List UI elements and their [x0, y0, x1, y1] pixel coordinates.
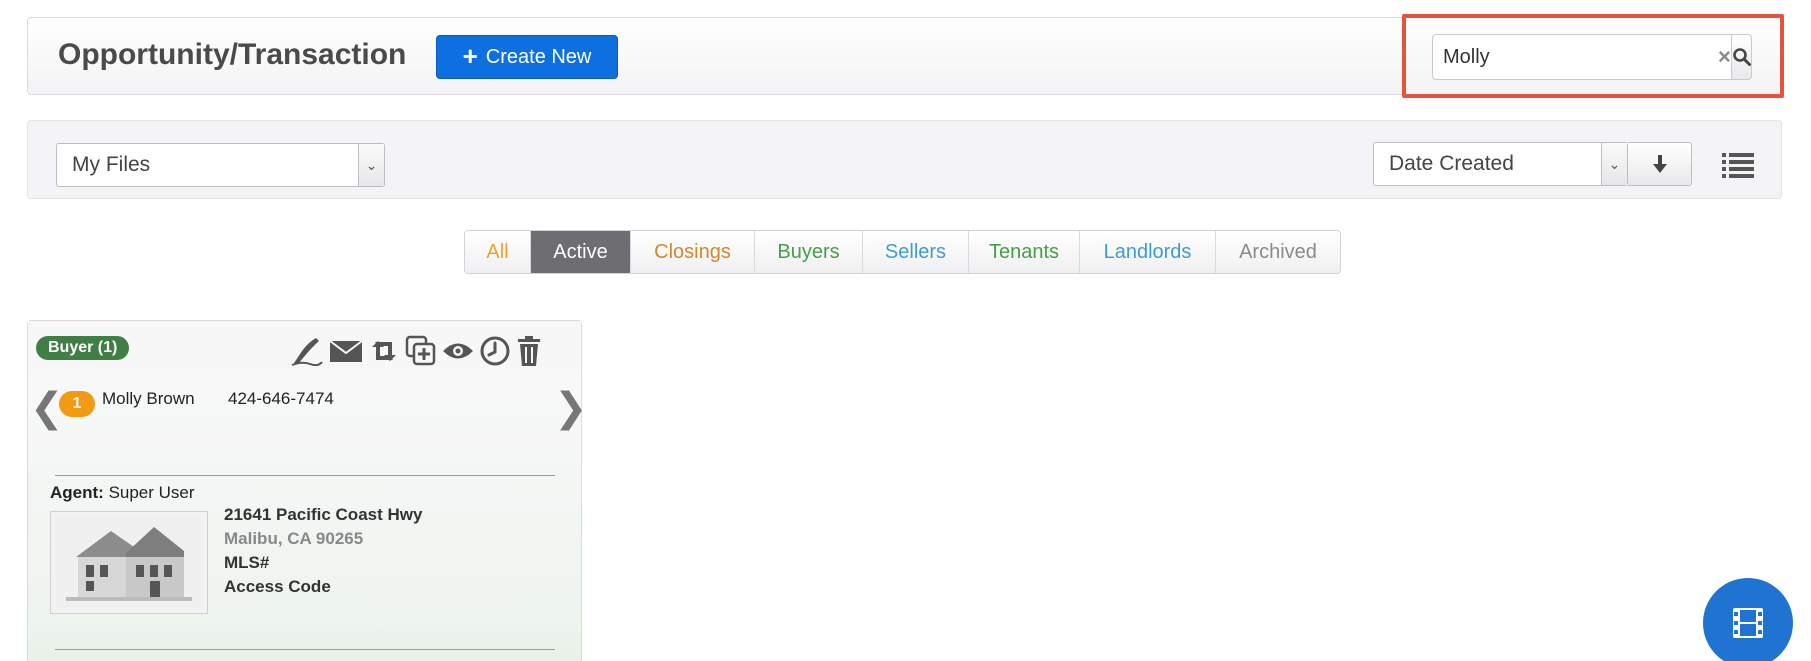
- search-input[interactable]: [1433, 35, 1718, 79]
- divider: [55, 649, 555, 650]
- filter-bar: My Files ⌄ Date Created ⌄: [27, 120, 1782, 199]
- transaction-card: Buyer (1) ❮ ❯ 1 Molly Brown 424-646-7474…: [27, 320, 588, 661]
- video-tutorial-button[interactable]: [1703, 578, 1793, 661]
- chevron-down-icon: ⌄: [1601, 143, 1627, 185]
- tab-sellers[interactable]: Sellers: [863, 231, 969, 273]
- create-new-button[interactable]: + Create New: [436, 35, 618, 79]
- film-icon: [1733, 608, 1763, 638]
- agent-line: Agent: Super User: [50, 483, 195, 503]
- files-select-value: My Files: [72, 153, 151, 176]
- signature-icon[interactable]: [290, 335, 324, 367]
- search-button[interactable]: [1730, 35, 1751, 79]
- mls-label: MLS#: [224, 553, 270, 572]
- eye-icon[interactable]: [442, 340, 474, 362]
- chevron-down-icon: ⌄: [358, 144, 384, 186]
- contact-count-badge: 1: [59, 391, 95, 417]
- files-select[interactable]: My Files ⌄: [56, 143, 385, 187]
- arrow-down-icon: [1652, 155, 1667, 173]
- tab-all[interactable]: All: [465, 231, 531, 273]
- agent-label: Agent:: [50, 483, 104, 502]
- property-thumbnail[interactable]: [50, 511, 208, 614]
- plus-icon: +: [462, 41, 478, 71]
- tab-active[interactable]: Active: [531, 231, 631, 273]
- buyer-badge[interactable]: Buyer (1): [36, 336, 130, 360]
- contact-name[interactable]: Molly Brown: [102, 389, 195, 409]
- tab-archived[interactable]: Archived: [1216, 231, 1340, 273]
- sort-direction-button[interactable]: [1628, 142, 1692, 186]
- create-new-label: Create New: [485, 45, 592, 68]
- tab-tenants[interactable]: Tenants: [969, 231, 1080, 273]
- retweet-icon[interactable]: [368, 338, 400, 364]
- trash-icon[interactable]: [516, 335, 542, 367]
- search-icon: [1733, 48, 1751, 66]
- search-box: ×: [1432, 34, 1752, 80]
- page-title: Opportunity/Transaction: [58, 38, 407, 71]
- clear-icon[interactable]: ×: [1718, 35, 1731, 79]
- tab-buyers[interactable]: Buyers: [755, 231, 863, 273]
- address-line-2: Malibu, CA 90265: [224, 529, 364, 548]
- address-line-1[interactable]: 21641 Pacific Coast Hwy: [224, 505, 422, 525]
- divider: [55, 475, 555, 476]
- chevron-right-icon[interactable]: ❯: [554, 385, 588, 431]
- list-view-icon[interactable]: [1722, 151, 1754, 184]
- house-image-icon: [56, 517, 202, 608]
- tab-landlords[interactable]: Landlords: [1080, 231, 1216, 273]
- card-actions: [290, 335, 542, 367]
- duplicate-icon[interactable]: [405, 335, 437, 367]
- tab-closings[interactable]: Closings: [631, 231, 755, 273]
- agent-name: Super User: [108, 483, 195, 502]
- mail-icon[interactable]: [329, 338, 363, 364]
- chevron-left-icon[interactable]: ❮: [30, 385, 64, 431]
- contact-phone[interactable]: 424-646-7474: [228, 389, 334, 409]
- sort-field-value: Date Created: [1389, 152, 1514, 175]
- access-code-label: Access Code: [224, 577, 331, 596]
- sort-field-select[interactable]: Date Created ⌄: [1373, 142, 1628, 186]
- clock-icon[interactable]: [479, 335, 511, 367]
- status-tabs: All Active Closings Buyers Sellers Tenan…: [464, 230, 1341, 274]
